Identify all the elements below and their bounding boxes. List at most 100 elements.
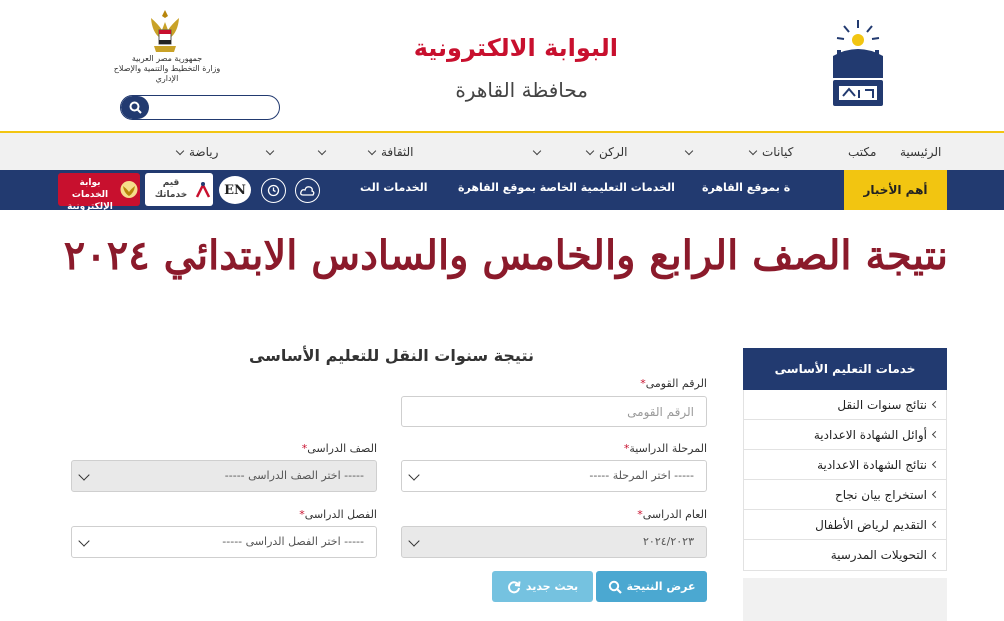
sidebar-item-label: نتائج سنوات النقل	[837, 397, 927, 412]
nav-item-label: الثقافة	[381, 145, 414, 159]
ministry-line-2: وزارة التخطيط والتنمية والإصلاح الإداري	[113, 64, 221, 83]
ticker-item[interactable]: الخدمات التعليمية الخاصة بموقع القاهرة	[458, 181, 675, 194]
national-id-input[interactable]	[401, 396, 707, 427]
clock-icon[interactable]	[261, 178, 286, 203]
sidebar-item-label: استخراج بيان نجاح	[834, 487, 927, 502]
search-input[interactable]	[151, 98, 275, 117]
chevron-down-icon	[317, 146, 327, 155]
sidebar-item-label: نتائج الشهادة الاعدادية	[817, 457, 927, 472]
nav-item-dropdown-9[interactable]	[265, 142, 279, 162]
page-headline: نتيجة الصف الرابع والخامس والسادس الابتد…	[63, 232, 948, 279]
sidebar-item-success-certificate[interactable]: استخراج بيان نجاح	[744, 480, 946, 510]
stage-select[interactable]: ----- اختر المرحلة -----	[401, 460, 707, 492]
stage-label-text: المرحلة الدراسية	[629, 442, 707, 455]
chevron-down-icon	[748, 146, 758, 155]
chevron-left-icon	[931, 400, 940, 409]
national-id-label-text: الرقم القومى	[645, 377, 707, 390]
grade-select[interactable]: ----- اختر الصف الدراسى -----	[71, 460, 377, 492]
new-search-button[interactable]: بحث جديد	[492, 571, 593, 602]
sidebar-item-kindergarten-apply[interactable]: التقديم لرياض الأطفال	[744, 510, 946, 540]
nav-item-label: كيانات	[762, 145, 794, 159]
nav-item-dropdown-6[interactable]	[532, 142, 546, 162]
weather-icon[interactable]	[295, 178, 320, 203]
chevron-down-icon	[78, 535, 90, 547]
cloud-icon	[300, 186, 315, 196]
stage-select-value: ----- اختر المرحلة -----	[589, 469, 694, 482]
ministry-text: جمهورية مصر العربية وزارة التخطيط والتنم…	[112, 54, 222, 84]
nav-item-entities[interactable]: كيانات	[748, 142, 794, 162]
portal-subtitle: محافظة القاهرة	[455, 78, 588, 102]
sidebar-item-label: التقديم لرياض الأطفال	[815, 517, 927, 532]
site-header: البوابة الالكترونية محافظة القاهرة جمهور…	[0, 0, 1004, 132]
main-nav: الرئيسية مكتب كيانات الركن الثقافة رياضة	[0, 133, 1004, 170]
show-result-button[interactable]: عرض النتيجة	[596, 571, 707, 602]
chevron-down-icon	[532, 146, 542, 155]
nav-item-label: الرئيسية	[900, 145, 942, 159]
chevron-down-icon	[78, 469, 90, 481]
year-select[interactable]: ٢٠٢٤/٢٠٢٣	[401, 526, 707, 558]
term-label: الفصل الدراسى*	[296, 508, 377, 521]
english-language-button[interactable]: EN	[219, 176, 251, 204]
search-icon	[608, 580, 622, 594]
year-label-text: العام الدراسى	[642, 508, 707, 521]
chevron-down-icon	[408, 535, 420, 547]
year-label: العام الدراسى*	[634, 508, 707, 521]
search-box	[120, 95, 280, 120]
sidebar-item-school-transfers[interactable]: التحويلات المدرسية	[744, 540, 946, 570]
search-button[interactable]	[121, 96, 149, 119]
term-label-text: الفصل الدراسى	[304, 508, 377, 521]
nav-item-label: مكتب	[848, 145, 877, 159]
sidebar-item-label: أوائل الشهادة الاعدادية	[813, 427, 927, 442]
national-id-label: الرقم القومى*	[637, 377, 707, 390]
chevron-down-icon	[408, 469, 420, 481]
sidebar-menu: نتائج سنوات النقل أوائل الشهادة الاعدادي…	[743, 390, 947, 571]
egypt-eagle-badge-icon	[120, 181, 138, 198]
ticker-item[interactable]: ة بموقع القاهرة	[702, 181, 790, 194]
news-ticker: ة بموقع القاهرة الخدمات التعليمية الخاصة…	[352, 170, 842, 210]
sidebar-item-prep-top-students[interactable]: أوائل الشهادة الاعدادية	[744, 420, 946, 450]
rate-services-banner[interactable]: قيم خدماتك	[145, 173, 213, 206]
nav-item-culture[interactable]: الثقافة	[367, 142, 414, 162]
nav-item-dropdown-4[interactable]	[684, 142, 698, 162]
portal-title: البوابة الالكترونية	[413, 34, 618, 62]
show-result-label: عرض النتيجة	[626, 580, 696, 593]
nav-item-dropdown-8[interactable]	[317, 142, 331, 162]
clock-face-icon	[267, 184, 280, 197]
sidebar-title: خدمات التعليم الأساسى	[743, 348, 947, 390]
chevron-left-icon	[931, 551, 940, 559]
ticker-item[interactable]: الخدمات الت	[360, 181, 428, 194]
chevron-down-icon	[367, 146, 377, 155]
new-search-label: بحث جديد	[525, 580, 579, 593]
term-select[interactable]: ----- اختر الفصل الدراسى -----	[71, 526, 377, 558]
nav-item-label: الركن	[599, 145, 628, 159]
refresh-icon	[507, 580, 521, 593]
grade-select-value: ----- اختر الصف الدراسى -----	[224, 469, 364, 482]
rate-services-label: قيم خدماتك	[154, 178, 188, 200]
nav-item-label: رياضة	[189, 145, 219, 159]
news-label: أهم الأخبار	[844, 170, 947, 210]
nav-item-home[interactable]: الرئيسية	[900, 142, 941, 162]
sidebar-panel	[743, 578, 947, 621]
nav-item-sports[interactable]: رياضة	[175, 142, 219, 162]
sidebar-item-prep-results[interactable]: نتائج الشهادة الاعدادية	[744, 450, 946, 480]
chevron-left-icon	[931, 430, 940, 439]
sidebar-item-transfer-results[interactable]: نتائج سنوات النقل	[744, 390, 946, 420]
form-title: نتيجة سنوات النقل للتعليم الأساسى	[248, 346, 534, 365]
e-services-label: بوابة الخدمات الإلكترونية	[67, 178, 113, 212]
e-services-portal-banner[interactable]: بوابة الخدمات الإلكترونية	[58, 173, 140, 212]
nav-item-office[interactable]: مكتب	[848, 142, 876, 162]
rating-hand-icon	[195, 182, 211, 198]
sidebar-item-label: التحويلات المدرسية	[830, 548, 927, 562]
chevron-left-icon	[931, 520, 940, 529]
ministry-line-1: جمهورية مصر العربية	[131, 54, 203, 63]
year-select-value: ٢٠٢٤/٢٠٢٣	[643, 535, 694, 548]
chevron-down-icon	[585, 146, 595, 155]
nav-item-corner[interactable]: الركن	[585, 142, 628, 162]
chevron-left-icon	[931, 460, 940, 469]
chevron-down-icon	[265, 146, 275, 155]
chevron-down-icon	[684, 146, 694, 155]
cairo-governorate-logo[interactable]	[827, 16, 889, 108]
chevron-left-icon	[931, 490, 940, 499]
chevron-down-icon	[175, 146, 185, 155]
search-icon	[129, 101, 142, 114]
